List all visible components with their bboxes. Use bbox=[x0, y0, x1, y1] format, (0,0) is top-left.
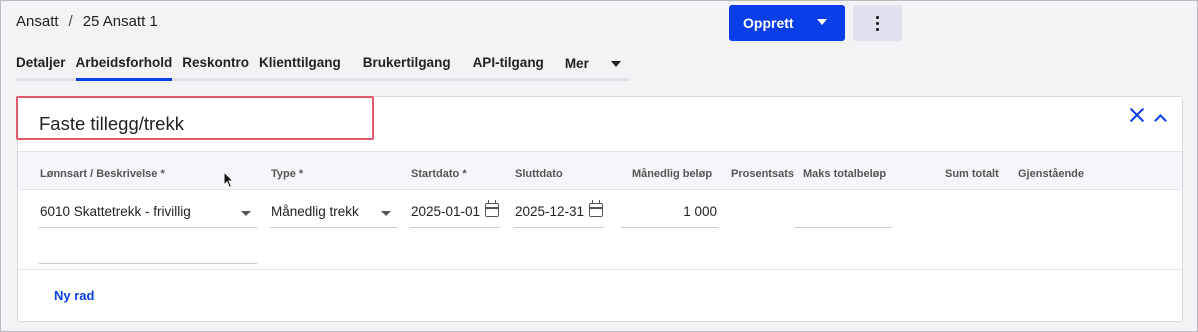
calendar-icon[interactable] bbox=[485, 200, 499, 217]
kebab-menu-icon bbox=[876, 15, 879, 31]
new-row-input[interactable] bbox=[39, 263, 257, 264]
column-header: Lønnsart / Beskrivelse * bbox=[40, 168, 165, 180]
tab-mer-label: Mer bbox=[564, 56, 589, 71]
breadcrumb: Ansatt / 25 Ansatt 1 bbox=[16, 13, 158, 30]
chevron-down-icon[interactable] bbox=[241, 211, 251, 216]
highlight-box bbox=[16, 96, 374, 140]
create-button[interactable]: Opprett bbox=[729, 5, 845, 41]
breadcrumb-parent[interactable]: Ansatt bbox=[16, 13, 59, 30]
chevron-down-icon[interactable] bbox=[817, 19, 827, 25]
type-select[interactable]: Månedlig trekk bbox=[271, 204, 359, 219]
column-header: Type * bbox=[271, 168, 304, 180]
tab-detaljer[interactable]: Detaljer bbox=[16, 55, 66, 81]
breadcrumb-separator: / bbox=[68, 13, 73, 30]
chevron-up-icon[interactable] bbox=[1154, 114, 1167, 127]
tab-brukertilgang[interactable]: Brukertilgang bbox=[362, 55, 451, 81]
manedlig-belop-input[interactable]: 1 000 bbox=[621, 204, 717, 219]
create-button-label: Opprett bbox=[743, 15, 794, 31]
column-header: Sluttdato bbox=[515, 168, 563, 180]
chevron-down-icon[interactable] bbox=[381, 211, 391, 216]
column-header: Sum totalt bbox=[945, 168, 999, 180]
tab-mer[interactable]: Mer bbox=[564, 55, 629, 81]
calendar-icon[interactable] bbox=[589, 200, 603, 217]
maks-totalbelop-input[interactable] bbox=[795, 227, 892, 228]
column-header: Gjenstående bbox=[1018, 168, 1085, 180]
tab-bar: Detaljer Arbeidsforhold Reskontro Klient… bbox=[16, 55, 629, 81]
column-header: Startdato * bbox=[411, 168, 467, 180]
add-row-button[interactable]: Ny rad bbox=[54, 288, 94, 303]
tab-api-tilgang[interactable]: API-tilgang bbox=[472, 55, 544, 81]
tab-reskontro[interactable]: Reskontro bbox=[182, 55, 250, 81]
lonnsart-select[interactable]: 6010 Skattetrekk - frivillig bbox=[40, 204, 191, 219]
mouse-cursor-icon bbox=[223, 171, 235, 189]
more-actions-button[interactable] bbox=[853, 5, 902, 41]
table-header: Lønnsart / Beskrivelse * Type * Startdat… bbox=[18, 151, 1182, 190]
breadcrumb-current: 25 Ansatt 1 bbox=[82, 13, 158, 30]
startdato-input[interactable]: 2025-01-01 bbox=[411, 204, 480, 219]
tab-klienttilgang[interactable]: Klienttilgang bbox=[259, 55, 341, 81]
column-header: Maks totalbeløp bbox=[803, 168, 887, 180]
chevron-down-icon bbox=[610, 60, 621, 67]
sluttdato-input[interactable]: 2025-12-31 bbox=[515, 204, 584, 219]
column-header: Månedlig beløp bbox=[632, 168, 713, 180]
tab-arbeidsforhold[interactable]: Arbeidsforhold bbox=[75, 55, 173, 81]
column-header: Prosentsats bbox=[731, 168, 794, 180]
close-icon[interactable] bbox=[1130, 108, 1144, 122]
